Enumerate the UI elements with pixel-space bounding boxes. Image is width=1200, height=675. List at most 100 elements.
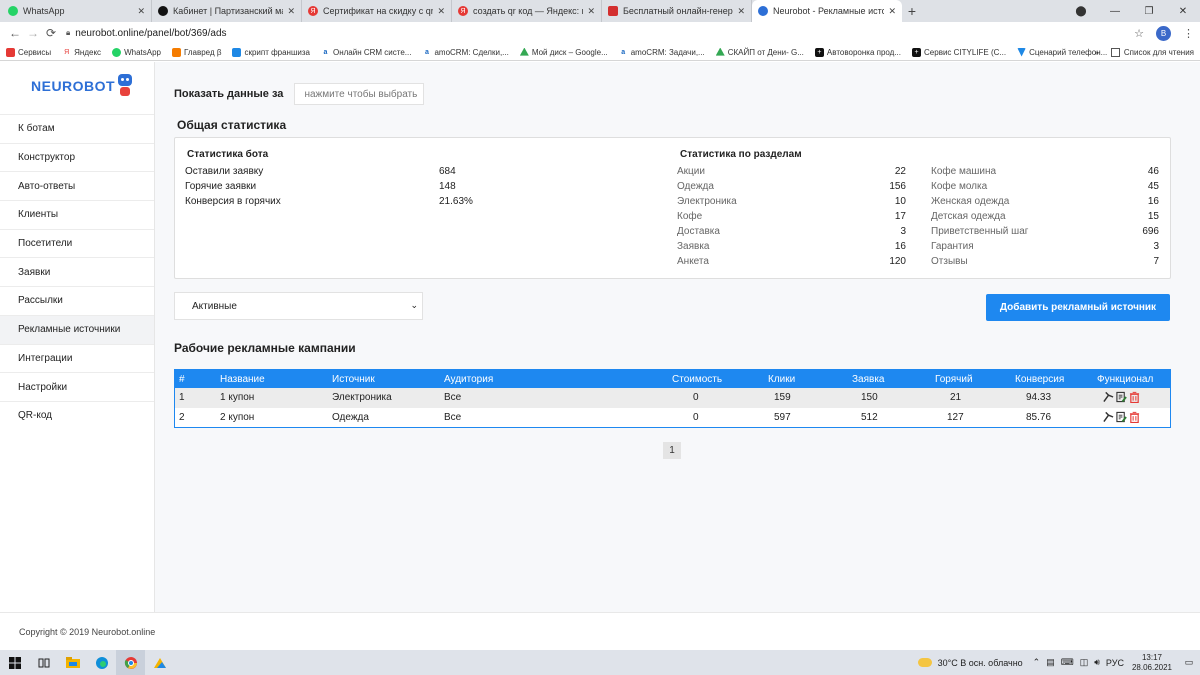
windows-start-icon[interactable] <box>0 650 29 675</box>
window-controls: ⬤ — ❐ ✕ <box>1064 0 1200 22</box>
share-icon[interactable] <box>1103 391 1114 403</box>
volume-icon[interactable]: 🔊︎ <box>1094 657 1100 668</box>
sidebar-item-auto-replies[interactable]: Авто-ответы <box>0 171 154 200</box>
stats-card: Статистика бота Оставили заявку 684 Горя… <box>174 137 1171 279</box>
section-stats-title: Статистика по разделам <box>680 149 802 160</box>
sidebar-item-settings[interactable]: Настройки <box>0 372 154 401</box>
table-row[interactable]: 1 1 купон Электроника Все 0 159 150 21 9… <box>175 388 1170 408</box>
share-icon[interactable] <box>1103 411 1114 423</box>
cell-cost: 0 <box>693 411 699 423</box>
delete-icon[interactable] <box>1129 411 1140 423</box>
amocrm-icon: a <box>422 47 432 57</box>
tab-title: WhatsApp <box>23 6 65 16</box>
browser-tab[interactable]: Ясоздать qr код — Яндекс: нашл ✕ <box>452 0 602 22</box>
url-field[interactable]: 🔒︎ neurobot.online/panel/bot/369/ads <box>66 28 1134 39</box>
col-header: Аудитория <box>444 373 494 385</box>
sidebar-item-bots[interactable]: К ботам <box>0 114 154 143</box>
tray-apps-icon[interactable]: ▤ <box>1046 657 1055 668</box>
bookmark-item[interactable]: + Сервис CITYLIFE (С... <box>912 47 1006 57</box>
forward-arrow-icon[interactable]: → <box>24 26 42 40</box>
bookmark-item[interactable]: + Автоворонка прод... <box>814 47 901 57</box>
delete-icon[interactable] <box>1129 391 1140 403</box>
profile-avatar[interactable]: B <box>1156 25 1171 41</box>
sidebar-item-qr-code[interactable]: QR-код <box>0 400 154 430</box>
maximize-icon[interactable]: ❐ <box>1132 6 1166 17</box>
bookmarks-overflow-button[interactable]: » <box>1094 48 1098 57</box>
bookmark-item[interactable]: a Онлайн CRM систе... <box>320 47 411 57</box>
back-arrow-icon[interactable]: ← <box>6 26 24 40</box>
sidebar-item-label: Посетители <box>18 238 73 250</box>
clock[interactable]: 13:17 28.06.2021 <box>1132 653 1172 673</box>
bookmark-item[interactable]: Сервисы <box>6 47 51 57</box>
sidebar-item-constructor[interactable]: Конструктор <box>0 142 154 172</box>
sidebar-item-requests[interactable]: Заявки <box>0 257 154 286</box>
system-tray: 30°C В осн. облачно ⌃ ▤ ⌨ ◫ 🔊︎ РУС 13:17… <box>917 650 1200 675</box>
reading-list-button[interactable]: Список для чтения <box>1124 48 1194 57</box>
bookmark-item[interactable]: Мой диск – Google... <box>519 47 608 57</box>
funnel-icon <box>1017 47 1027 57</box>
browser-tab[interactable]: WhatsApp ✕ <box>2 0 152 22</box>
close-tab-icon[interactable]: ✕ <box>737 6 745 17</box>
bot-stat-value: 21.63% <box>439 196 473 207</box>
task-view-icon[interactable] <box>29 650 58 675</box>
tab-search-icon[interactable]: ⬤ <box>1064 6 1098 17</box>
edit-icon[interactable] <box>1116 411 1127 423</box>
sidebar-item-visitors[interactable]: Посетители <box>0 228 154 258</box>
browser-tab[interactable]: Кабинет | Партизанский маркет ✕ <box>152 0 302 22</box>
bookmark-label: Яндекс <box>74 47 102 57</box>
network-icon[interactable]: ◫ <box>1080 657 1089 668</box>
bookmark-item[interactable]: WhatsApp <box>112 47 161 57</box>
keyboard-icon[interactable]: ⌨ <box>1061 657 1074 668</box>
page-footer: Copyright © 2019 Neurobot.online <box>0 612 1200 650</box>
bookmark-item[interactable]: a amoCRM: Задачи,... <box>618 47 705 57</box>
new-tab-button[interactable]: + <box>902 0 922 22</box>
app-icon[interactable] <box>145 650 174 675</box>
google-drive-icon <box>715 47 725 56</box>
bookmark-item[interactable]: СКАЙП от Дени- G... <box>715 47 804 57</box>
bookmark-star-icon[interactable]: ☆ <box>1134 27 1144 40</box>
bookmark-item[interactable]: Я Яндекс <box>62 47 102 57</box>
add-ad-source-button[interactable]: Добавить рекламный источник <box>986 294 1170 321</box>
close-tab-icon[interactable]: ✕ <box>587 6 595 17</box>
minimize-icon[interactable]: — <box>1098 6 1132 17</box>
neurobot-icon <box>758 6 768 16</box>
browser-tab[interactable]: Бесплатный онлайн-генератор ✕ <box>602 0 752 22</box>
bookmark-item[interactable]: a amoCRM: Сделки,... <box>422 47 509 57</box>
close-tab-icon[interactable]: ✕ <box>888 6 896 17</box>
cell-source: Электроника <box>332 392 392 404</box>
table-row[interactable]: 2 2 купон Одежда Все 0 597 512 127 85.76 <box>175 408 1170 428</box>
close-tab-icon[interactable]: ✕ <box>437 6 445 17</box>
col-header: # <box>179 373 185 385</box>
edit-icon[interactable] <box>1116 391 1127 403</box>
menu-dots-icon[interactable]: ⋮ <box>1183 27 1194 40</box>
browser-tab-active[interactable]: Neurobot - Рекламные источни✕ <box>752 0 902 22</box>
close-tab-icon[interactable]: ✕ <box>137 6 145 17</box>
bookmark-item[interactable]: скрипт франшиза <box>232 47 310 57</box>
status-filter-select[interactable]: Активные ⌄ <box>174 292 423 320</box>
bookmark-item[interactable]: Главред β <box>171 47 221 57</box>
file-explorer-icon[interactable] <box>58 650 87 675</box>
reload-icon[interactable]: ⟳ <box>42 26 60 40</box>
notifications-icon[interactable]: ▭ <box>1178 657 1200 668</box>
sidebar-item-ad-sources[interactable]: Рекламные источники <box>0 314 154 344</box>
clock-time: 13:17 <box>1141 652 1162 662</box>
sidebar-item-clients[interactable]: Клиенты <box>0 200 154 229</box>
language-indicator[interactable]: РУС <box>1106 658 1124 668</box>
pagination-page[interactable]: 1 <box>663 442 681 459</box>
weather-text[interactable]: 30°C В осн. облачно <box>938 658 1023 668</box>
sidebar-item-mailings[interactable]: Рассылки <box>0 286 154 315</box>
logo[interactable]: NEUROBOT <box>0 62 154 109</box>
section-stat-value: 696 <box>1142 226 1159 237</box>
general-stats-title: Общая статистика <box>177 118 287 132</box>
close-window-icon[interactable]: ✕ <box>1166 6 1200 17</box>
sidebar-item-integrations[interactable]: Интеграции <box>0 343 154 373</box>
chrome-browser-icon[interactable] <box>116 650 145 675</box>
chevron-up-icon[interactable]: ⌃ <box>1033 657 1041 668</box>
section-stat-label: Анкета <box>677 256 709 267</box>
close-tab-icon[interactable]: ✕ <box>287 6 295 17</box>
browser-tab[interactable]: Я Сертификат на скидку с qr кодо✕ <box>302 0 452 22</box>
bookmarks-bar: Сервисы Я Яндекс WhatsApp Главред β скрип… <box>0 44 1200 61</box>
edge-browser-icon[interactable] <box>87 650 116 675</box>
date-range-picker[interactable]: нажмите чтобы выбрать <box>294 83 425 105</box>
section-stat-label: Женская одежда <box>931 196 1010 207</box>
